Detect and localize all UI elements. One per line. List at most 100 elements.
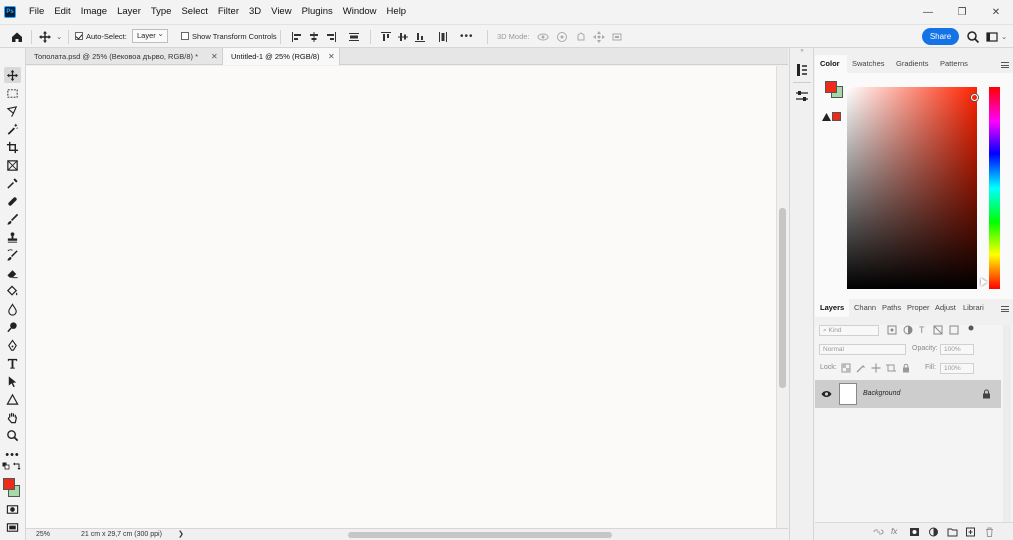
horizontal-scroll-thumb[interactable] xyxy=(348,532,612,538)
paint-bucket-icon[interactable] xyxy=(4,283,21,299)
new-adjustment-layer-icon[interactable] xyxy=(928,527,939,537)
crop-icon[interactable] xyxy=(4,139,21,155)
distribute-icon[interactable] xyxy=(347,30,361,44)
filter-shape-layers-icon[interactable] xyxy=(933,325,943,335)
move-tool-icon[interactable] xyxy=(4,67,21,83)
color-picker-cursor[interactable] xyxy=(971,94,978,101)
menu-file[interactable]: File xyxy=(24,0,49,24)
auto-select-dropdown[interactable]: Layer xyxy=(132,28,168,43)
close-window-icon[interactable]: ✕ xyxy=(979,0,1013,24)
hue-slider-pointer[interactable] xyxy=(981,278,987,286)
filter-toggle-icon[interactable] xyxy=(966,323,976,333)
menu-3d[interactable]: 3D xyxy=(244,0,266,24)
status-info-chevron-icon[interactable]: ❯ xyxy=(178,529,184,540)
align-left-edges-icon[interactable] xyxy=(290,30,304,44)
default-colors-icon[interactable] xyxy=(2,462,10,470)
dodge-icon[interactable] xyxy=(4,319,21,335)
link-layers-icon[interactable] xyxy=(873,527,884,537)
layer-name[interactable]: Background xyxy=(863,380,900,408)
menu-edit[interactable]: Edit xyxy=(49,0,75,24)
tab-gradients[interactable]: Gradients xyxy=(891,55,935,73)
new-group-icon[interactable] xyxy=(947,527,958,537)
hue-slider[interactable] xyxy=(989,87,1000,289)
share-button[interactable]: Share xyxy=(922,28,959,45)
auto-select-checkbox[interactable] xyxy=(75,32,83,40)
dock-collapse-icon[interactable]: » xyxy=(792,48,812,54)
opacity-input[interactable]: 100% xyxy=(940,344,974,355)
blur-icon[interactable] xyxy=(4,301,21,317)
tab-topolata-psd[interactable]: Тополата.psd @ 25% (Вековоа дърво, RGB/8… xyxy=(26,48,223,65)
align-bottom-edges-icon[interactable] xyxy=(413,30,427,44)
vertical-scrollbar[interactable] xyxy=(776,66,788,528)
menu-help[interactable]: Help xyxy=(382,0,412,24)
lock-transparent-pixels-icon[interactable] xyxy=(841,363,851,373)
align-vertical-centers-icon[interactable] xyxy=(396,30,410,44)
tab-swatches[interactable]: Swatches xyxy=(847,55,891,73)
move-tool-icon[interactable] xyxy=(38,30,52,44)
brush-icon[interactable] xyxy=(4,211,21,227)
lasso-icon[interactable] xyxy=(4,103,21,119)
tab-adjustments[interactable]: Adjust xyxy=(930,299,958,317)
home-icon[interactable] xyxy=(10,30,24,44)
slide-3d-icon[interactable] xyxy=(592,30,606,44)
tab-patterns[interactable]: Patterns xyxy=(935,55,973,73)
rectangular-marquee-icon[interactable] xyxy=(4,85,21,101)
add-layer-mask-icon[interactable] xyxy=(909,527,920,537)
saturation-brightness-field[interactable] xyxy=(847,87,978,289)
pan-3d-icon[interactable] xyxy=(574,30,588,44)
hand-icon[interactable] xyxy=(4,409,21,425)
tab-layers[interactable]: Layers xyxy=(815,299,849,317)
out-of-gamut-warning-icon[interactable] xyxy=(822,113,831,121)
screen-mode-icon[interactable] xyxy=(4,519,21,535)
magic-wand-icon[interactable] xyxy=(4,121,21,137)
filter-type-layers-icon[interactable]: T xyxy=(919,325,925,335)
foreground-color-swatch[interactable] xyxy=(825,81,837,93)
path-selection-icon[interactable] xyxy=(4,373,21,389)
delete-layer-icon[interactable] xyxy=(984,527,995,537)
lock-all-icon[interactable] xyxy=(901,363,911,373)
lock-artboard-icon[interactable] xyxy=(886,363,896,373)
menu-window[interactable]: Window xyxy=(338,0,382,24)
tab-properties[interactable]: Proper xyxy=(902,299,930,317)
quick-mask-icon[interactable] xyxy=(4,501,21,517)
align-horizontal-centers-icon[interactable] xyxy=(307,30,321,44)
filter-smart-objects-icon[interactable] xyxy=(949,325,959,335)
type-icon[interactable] xyxy=(4,355,21,371)
lock-position-icon[interactable] xyxy=(871,363,881,373)
filter-pixel-layers-icon[interactable] xyxy=(887,325,897,335)
shape-triangle-icon[interactable] xyxy=(4,391,21,407)
vertical-scroll-thumb[interactable] xyxy=(779,208,786,388)
menu-type[interactable]: Type xyxy=(146,0,177,24)
menu-filter[interactable]: Filter xyxy=(213,0,244,24)
close-tab-icon[interactable]: ✕ xyxy=(328,48,335,65)
healing-brush-icon[interactable] xyxy=(4,193,21,209)
workspace-chevron-icon[interactable]: ⌄ xyxy=(1001,25,1007,48)
document-canvas[interactable] xyxy=(26,66,776,528)
tab-paths[interactable]: Paths xyxy=(877,299,902,317)
scale-3d-icon[interactable] xyxy=(610,30,624,44)
edit-toolbar-icon[interactable]: ••• xyxy=(4,447,21,463)
tab-channels[interactable]: Chann xyxy=(849,299,877,317)
history-panel-icon[interactable] xyxy=(794,62,810,78)
layer-row-background[interactable]: Background xyxy=(815,380,1001,408)
roll-3d-icon[interactable] xyxy=(555,30,569,44)
menu-image[interactable]: Image xyxy=(76,0,112,24)
tab-color[interactable]: Color xyxy=(815,55,847,73)
layer-filter-kind[interactable]: ⌕ Kind xyxy=(819,325,879,336)
distribute-vertical-icon[interactable] xyxy=(436,30,450,44)
zoom-icon[interactable] xyxy=(4,427,21,443)
layers-scrollbar[interactable] xyxy=(1003,325,1011,522)
layers-panel-menu-icon[interactable] xyxy=(1001,306,1009,312)
more-options-icon[interactable]: ••• xyxy=(460,25,474,48)
clone-stamp-icon[interactable] xyxy=(4,229,21,245)
foreground-color-swatch[interactable] xyxy=(3,478,15,490)
close-tab-icon[interactable]: ✕ xyxy=(211,48,218,65)
tab-libraries[interactable]: Librari xyxy=(958,299,990,317)
frame-icon[interactable] xyxy=(4,157,21,173)
swap-colors-icon[interactable] xyxy=(13,462,21,470)
layer-effects-icon[interactable]: fx xyxy=(891,527,902,537)
zoom-level[interactable]: 25% xyxy=(36,529,50,540)
color-panel-menu-icon[interactable] xyxy=(1001,62,1009,68)
adjustments-panel-icon[interactable] xyxy=(794,88,810,104)
minimize-icon[interactable]: — xyxy=(911,0,945,24)
